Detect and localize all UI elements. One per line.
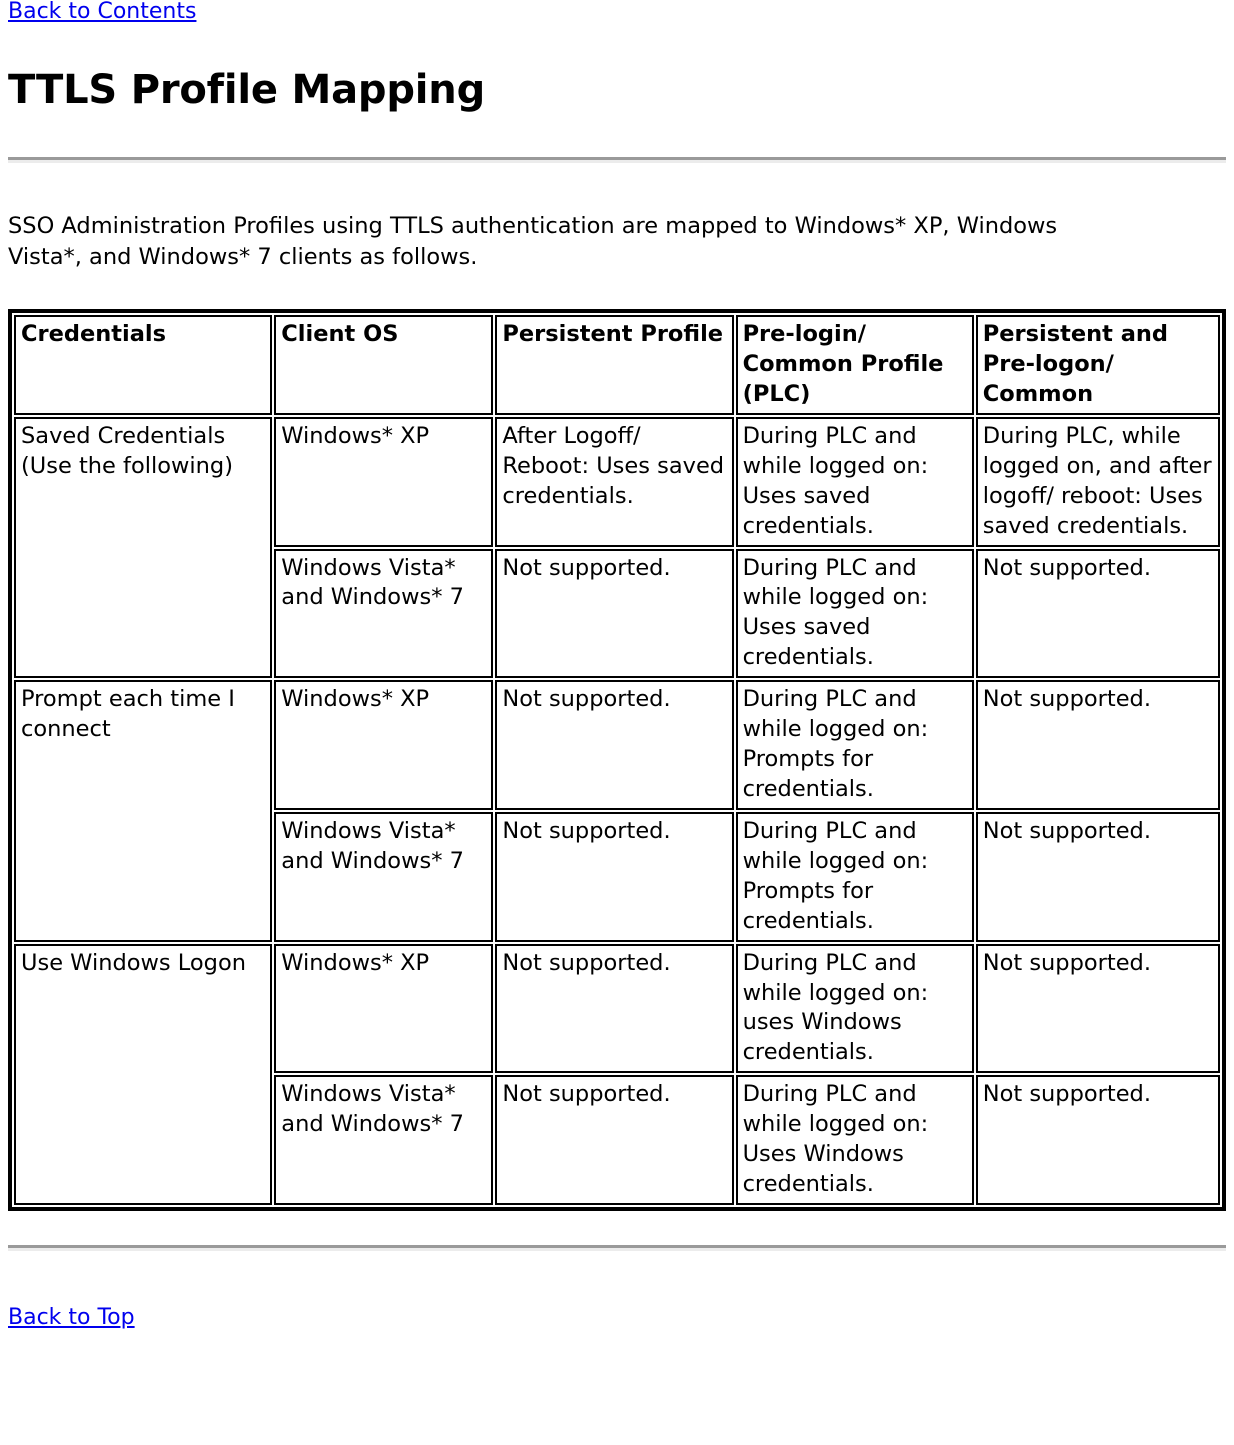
cell-client-os: Windows* XP (274, 943, 494, 1074)
table-row: Saved Credentials (Use the following) Wi… (14, 416, 1220, 679)
cell-persistent-prelogon: Not supported. (975, 680, 1220, 810)
intro-paragraph: SSO Administration Profiles using TTLS a… (8, 213, 1058, 271)
back-to-top-paragraph: Back to Top (8, 1305, 1226, 1330)
column-header-credentials: Credentials (14, 315, 273, 415)
cell-credentials-saved: Saved Credentials (Use the following) (14, 416, 273, 679)
cell-client-os: Windows Vista* and Windows* 7 (274, 811, 494, 942)
table-header-row: Credentials Client OS Persistent Profile… (14, 315, 1220, 415)
table-row: Use Windows Logon Windows* XP Not suppor… (14, 943, 1220, 1205)
cell-persistent-prelogon: Not supported. (975, 548, 1220, 679)
cell-persistent-prelogon: Not supported. (975, 943, 1220, 1074)
cell-persistent-profile: Not supported. (495, 1075, 734, 1205)
column-header-client-os: Client OS (274, 315, 494, 415)
document-page: Back to Contents TTLS Profile Mapping SS… (0, 0, 1234, 1329)
cell-plc: During PLC and while logged on: Prompts … (735, 811, 974, 942)
cell-plc: During PLC and while logged on: Uses Win… (735, 1075, 974, 1205)
cell-persistent-prelogon: Not supported. (975, 1075, 1220, 1205)
cell-client-os: Windows* XP (274, 416, 494, 547)
cell-persistent-profile: Not supported. (495, 680, 734, 810)
profile-mapping-table-container: Credentials Client OS Persistent Profile… (8, 309, 1226, 1211)
cell-persistent-profile: Not supported. (495, 548, 734, 679)
cell-client-os: Windows Vista* and Windows* 7 (274, 548, 494, 679)
cell-client-os: Windows* XP (274, 680, 494, 810)
table-row: Prompt each time I connect Windows* XP N… (14, 680, 1220, 942)
ttls-profile-mapping-table: Credentials Client OS Persistent Profile… (8, 309, 1226, 1211)
divider-bottom (8, 1244, 1226, 1251)
column-header-persistent-prelogon: Persistent and Pre-logon/ Common (975, 315, 1220, 415)
top-nav: Back to Contents (8, 0, 1226, 23)
column-header-persistent-profile: Persistent Profile (495, 315, 734, 415)
back-to-contents-paragraph: Back to Contents (8, 1, 1226, 23)
cell-persistent-profile: After Logoff/ Reboot: Uses saved credent… (495, 416, 734, 547)
cell-persistent-prelogon: During PLC, while logged on, and after l… (975, 416, 1220, 547)
cell-persistent-profile: Not supported. (495, 811, 734, 942)
cell-persistent-prelogon: Not supported. (975, 811, 1220, 942)
divider-top (8, 157, 1226, 163)
cell-plc: During PLC and while logged on: Uses sav… (735, 548, 974, 679)
cell-plc: During PLC and while logged on: Uses sav… (735, 416, 974, 547)
cell-plc: During PLC and while logged on: uses Win… (735, 943, 974, 1074)
back-to-contents-link[interactable]: Back to Contents (8, 0, 196, 24)
back-to-top-link[interactable]: Back to Top (8, 1305, 135, 1330)
cell-persistent-profile: Not supported. (495, 943, 734, 1074)
page-title: TTLS Profile Mapping (8, 67, 485, 113)
cell-credentials-windows-logon: Use Windows Logon (14, 943, 273, 1205)
cell-plc: During PLC and while logged on: Prompts … (735, 680, 974, 810)
cell-client-os: Windows Vista* and Windows* 7 (274, 1075, 494, 1205)
cell-credentials-prompt: Prompt each time I connect (14, 680, 273, 942)
column-header-plc: Pre-login/ Common Profile (PLC) (735, 315, 974, 415)
